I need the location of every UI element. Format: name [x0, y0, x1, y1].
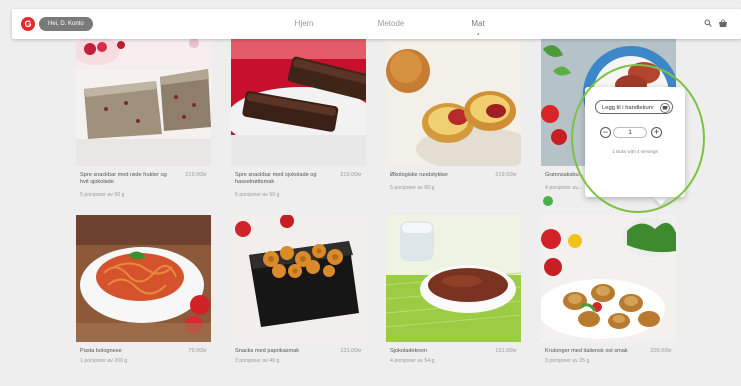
product-name[interactable]: Krutonger med italiensk ost smak — [545, 348, 637, 355]
basket-icon[interactable] — [718, 19, 728, 29]
product-name[interactable]: Spre snackbar med sjokolade og hasselnøt… — [235, 172, 327, 186]
product-price: 79,00kr — [188, 348, 207, 354]
brand-logo[interactable]: G — [21, 17, 35, 31]
product-image[interactable] — [76, 39, 211, 166]
product-portions: 4 porsjoner av 54 g — [390, 358, 435, 364]
product-name[interactable]: Spre snackbar med røde frukter og hvit s… — [80, 172, 172, 186]
product-image[interactable] — [386, 39, 521, 166]
product-card[interactable]: Økologiske rundstykker 219,00kr 5 porsjo… — [386, 39, 521, 191]
product-price: 219,00kr — [340, 172, 362, 178]
product-price: 219,00kr — [185, 172, 207, 178]
nav-link-food-label: Mat — [471, 19, 485, 28]
add-to-cart-button[interactable]: Legg til i handlekurv — [595, 100, 673, 114]
product-price: 131,00kr — [495, 348, 517, 354]
product-image[interactable] — [76, 215, 211, 342]
product-card[interactable]: Spre snackbar med sjokolade og hasselnøt… — [231, 39, 366, 198]
product-portions: 5 porsjoner av 50 g — [80, 192, 125, 198]
nav-link-home[interactable]: Hjem — [295, 19, 314, 28]
add-to-cart-popup: Legg til i handlekurv − 1 + 1 Boks with … — [585, 87, 685, 197]
product-portions: 5 porsjoner av 50 g — [235, 192, 280, 198]
add-to-cart-label: Legg til i handlekurv — [602, 105, 654, 111]
product-name[interactable]: Pasta bolognese — [80, 348, 172, 355]
top-navbar: G Hei, D. Konto Hjem Metode Mat — [12, 9, 741, 39]
product-card[interactable]: Krutonger med italiensk ost smak 109,00k… — [541, 215, 676, 364]
product-portions: 4 porsjoner av... — [545, 185, 582, 191]
product-card[interactable]: Pasta bolognese 79,00kr 1 porsjoner av 2… — [76, 215, 211, 364]
serving-note: 1 Boks with 4 servings — [612, 149, 658, 154]
decrease-quantity-button[interactable]: − — [600, 127, 611, 138]
active-indicator — [477, 33, 479, 35]
nav-link-method[interactable]: Metode — [378, 19, 405, 28]
search-icon[interactable] — [703, 19, 713, 29]
nav-link-food[interactable]: Mat — [471, 19, 485, 35]
product-price: 219,00kr — [495, 172, 517, 178]
product-card[interactable]: Sjokoladekrem 131,00kr 4 porsjoner av 54… — [386, 215, 521, 364]
product-image[interactable] — [231, 215, 366, 342]
product-portions: 3 porsjoner av 25 g — [545, 358, 590, 364]
product-portions: 5 porsjoner av 60 g — [390, 185, 435, 191]
product-card[interactable]: Spre snackbar med røde frukter og hvit s… — [76, 39, 211, 198]
quantity-input[interactable]: 1 — [613, 127, 647, 138]
product-name[interactable]: Sjokoladekrem — [390, 348, 482, 355]
product-card[interactable]: Snacks med paprikasmak 131,00kr 3 porsjo… — [231, 215, 366, 364]
product-name[interactable]: Snacks med paprikasmak — [235, 348, 327, 355]
basket-icon — [660, 103, 670, 113]
product-image[interactable] — [386, 215, 521, 342]
increase-quantity-button[interactable]: + — [651, 127, 662, 138]
product-portions: 1 porsjoner av 200 g — [80, 358, 128, 364]
user-account-button[interactable]: Hei, D. Konto — [39, 17, 93, 31]
product-price: 131,00kr — [340, 348, 362, 354]
product-name[interactable]: Økologiske rundstykker — [390, 172, 482, 179]
product-price: 109,00kr — [650, 348, 672, 354]
eco-badge-icon — [543, 196, 553, 206]
product-image[interactable] — [541, 215, 676, 342]
product-portions: 3 porsjoner av 40 g — [235, 358, 280, 364]
product-image[interactable] — [231, 39, 366, 166]
